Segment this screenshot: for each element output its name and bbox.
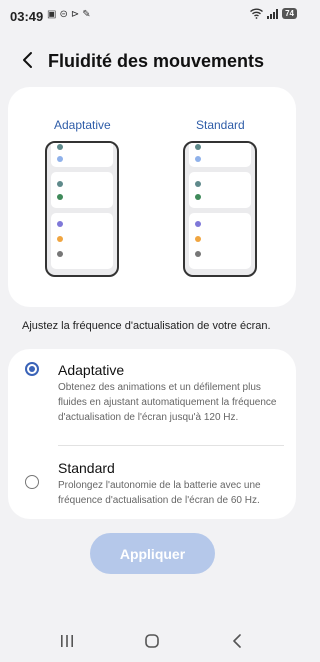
back-icon[interactable] xyxy=(222,628,252,654)
preview-list-card xyxy=(189,213,251,269)
option-standard-description: Prolongez l'autonomie de la batterie ave… xyxy=(58,480,261,506)
home-icon[interactable] xyxy=(137,628,167,654)
option-standard-title: Standard xyxy=(58,460,115,476)
page-title: Fluidité des mouvements xyxy=(48,51,265,71)
recents-icon[interactable] xyxy=(52,628,82,654)
preview-list-card xyxy=(189,143,251,167)
navigation-bar xyxy=(0,620,305,662)
status-time: 03:49 xyxy=(10,9,44,24)
system-icons: 74 xyxy=(250,8,297,19)
option-adaptive-title: Adaptative xyxy=(58,362,125,378)
preview-list-card xyxy=(51,143,113,167)
preview-label-adaptive: Adaptative xyxy=(54,118,111,132)
header: Fluidité des mouvements xyxy=(0,40,305,80)
preview-list-card xyxy=(51,213,113,269)
wifi-icon xyxy=(250,8,264,19)
option-adaptive[interactable]: Adaptative Obtenez des animations et un … xyxy=(8,349,296,445)
radio-adaptive[interactable] xyxy=(25,362,39,376)
wrench-icon: ✎ xyxy=(82,9,91,20)
radio-standard[interactable] xyxy=(25,475,39,489)
phone-preview-standard: 🔍︎ xyxy=(183,141,257,277)
notification-icons: ▣ ⊝ ⊳ ✎ xyxy=(47,9,91,21)
preview-list-card xyxy=(189,172,251,208)
preview-list-card xyxy=(51,172,113,208)
apply-button[interactable]: Appliquer xyxy=(90,533,215,574)
preview-card: Adaptative Standard 🔍︎ 🔍︎ xyxy=(8,87,296,307)
refresh-rate-description: Ajustez la fréquence d'actualisation de … xyxy=(22,320,271,332)
link-icon: ⊝ xyxy=(59,9,68,20)
option-adaptive-description: Obtenez des animations et un défilement … xyxy=(58,382,277,423)
options-card: Adaptative Obtenez des animations et un … xyxy=(8,349,296,519)
status-bar: 03:49 ▣ ⊝ ⊳ ✎ 74 xyxy=(0,0,305,32)
phone-preview-adaptive: 🔍︎ xyxy=(45,141,119,277)
preview-label-standard: Standard xyxy=(196,118,245,132)
signal-icon xyxy=(267,8,279,19)
play-icon: ⊳ xyxy=(70,9,80,20)
battery-level: 74 xyxy=(282,8,297,19)
option-standard[interactable]: Standard Prolongez l'autonomie de la bat… xyxy=(8,446,296,519)
screenshot-icon: ▣ xyxy=(47,9,57,20)
chevron-left-icon[interactable] xyxy=(18,50,38,70)
